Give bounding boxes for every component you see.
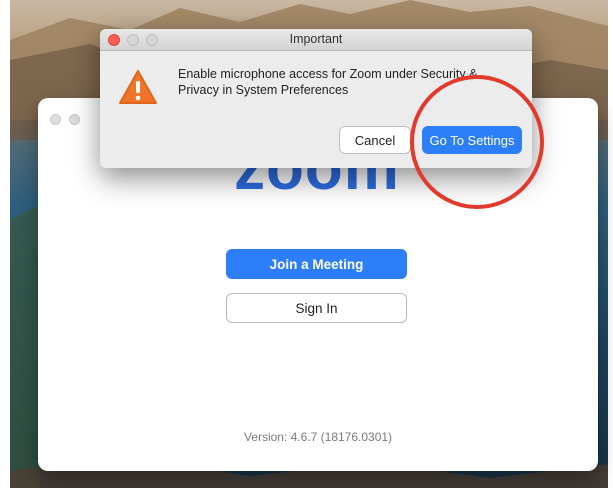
warning-triangle-icon bbox=[119, 70, 157, 104]
dialog-message: Enable microphone access for Zoom under … bbox=[178, 67, 478, 97]
cancel-button[interactable]: Cancel bbox=[339, 126, 411, 154]
join-meeting-button[interactable]: Join a Meeting bbox=[226, 249, 407, 279]
go-to-settings-button[interactable]: Go To Settings bbox=[422, 126, 522, 154]
window-close-icon[interactable] bbox=[50, 114, 61, 125]
window-minimize-icon[interactable] bbox=[69, 114, 80, 125]
sign-in-button[interactable]: Sign In bbox=[226, 293, 407, 323]
version-label: Version: 4.6.7 (18176.0301) bbox=[243, 430, 393, 444]
dialog-title: Important bbox=[289, 32, 343, 46]
microphone-permission-dialog: Important Enable microphone access for Z… bbox=[100, 29, 532, 168]
dialog-titlebar: Important bbox=[100, 29, 532, 51]
zoom-window-controls bbox=[50, 114, 80, 125]
